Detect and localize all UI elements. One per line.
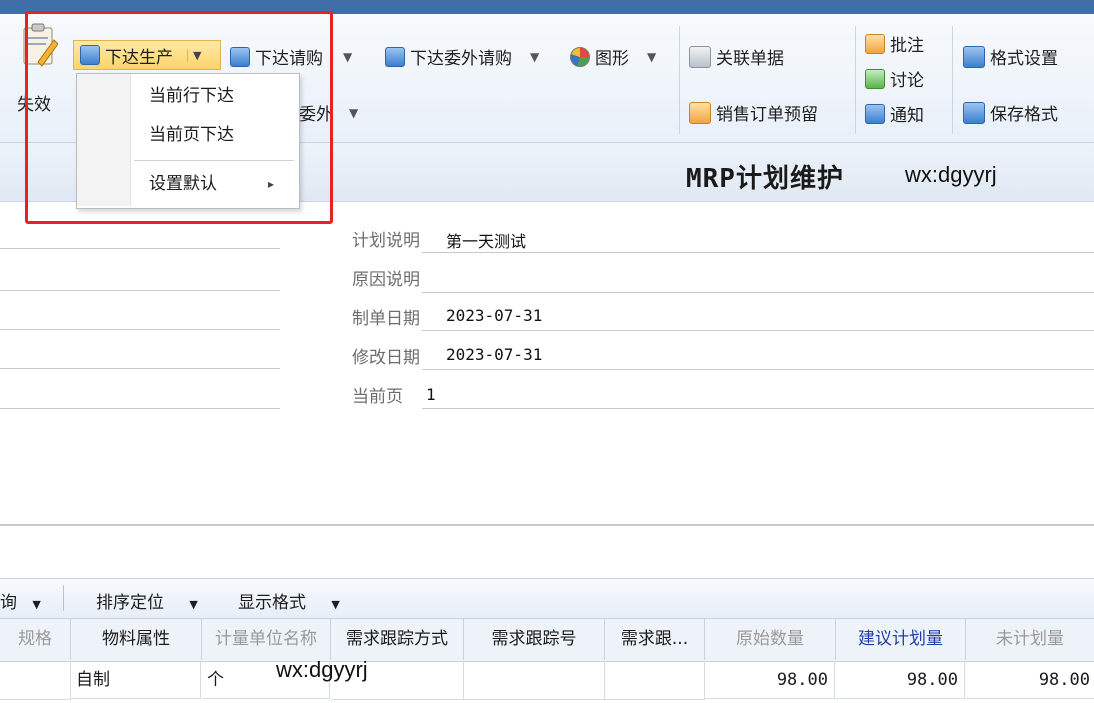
- sort-locate-label: 排序定位: [96, 593, 164, 613]
- field-underline: [422, 292, 1094, 293]
- column-header-orig-qty[interactable]: 原始数量: [705, 618, 836, 660]
- left-field-line: [0, 368, 280, 369]
- column-header-spec[interactable]: 规格: [0, 618, 71, 660]
- field-underline: [422, 369, 1094, 370]
- current-page-label: 当前页: [352, 387, 403, 407]
- discussion-icon: [865, 68, 885, 89]
- reason-desc-label: 原因说明: [352, 270, 420, 290]
- xiada-weiwai-qinggou-icon: [385, 46, 405, 67]
- xiada-weiwai-qinggou-label: 下达委外请购: [410, 49, 512, 69]
- grid-toolbar-separator: [63, 585, 64, 611]
- left-field-line: [0, 329, 280, 330]
- tongzhi-button[interactable]: 通知: [865, 101, 924, 126]
- column-header-track-more[interactable]: 需求跟...: [605, 618, 705, 660]
- baocun-geshi-label: 保存格式: [990, 105, 1058, 125]
- field-underline: [422, 408, 1094, 409]
- pizhu-button[interactable]: 批注: [865, 31, 924, 56]
- geshi-shezhi-label: 格式设置: [990, 49, 1058, 69]
- table-cell-spec[interactable]: [0, 661, 71, 700]
- field-underline: [422, 330, 1094, 331]
- xiada-qinggou-dropdown-arrow-icon[interactable]: ▼: [343, 50, 352, 64]
- column-header-material-attr[interactable]: 物料属性: [71, 618, 202, 660]
- watermark-text: wx:dgyyrj: [905, 162, 997, 187]
- column-header-track-no[interactable]: 需求跟踪号: [464, 618, 605, 660]
- table-cell-suggest-qty[interactable]: 98.00: [836, 661, 965, 699]
- page-title: MRP计划维护: [686, 164, 844, 194]
- annotate-icon: [865, 33, 885, 54]
- table-cell-orig-qty[interactable]: 98.00: [705, 661, 835, 699]
- highlight-annotation-box: [25, 11, 333, 224]
- sales-order-reserve-icon: [689, 101, 711, 124]
- watermark-text: wx:dgyyrj: [276, 657, 368, 682]
- xiaoshou-dingdan-yuliu-label: 销售订单预留: [716, 105, 818, 125]
- save-format-icon: [963, 101, 985, 124]
- modify-date-field[interactable]: 2023-07-31: [446, 345, 542, 364]
- column-header-unplanned-qty[interactable]: 未计划量: [966, 618, 1094, 660]
- display-format-dropdown-arrow-icon[interactable]: ▼: [331, 598, 339, 611]
- weiwai-dropdown-arrow-icon[interactable]: ▼: [349, 106, 358, 120]
- format-settings-icon: [963, 45, 985, 68]
- table-cell-track-no[interactable]: [464, 661, 605, 700]
- taolun-button[interactable]: 讨论: [865, 66, 924, 91]
- query-label: 询: [0, 593, 17, 613]
- plan-desc-label: 计划说明: [352, 231, 420, 251]
- notify-megaphone-icon: [865, 103, 885, 124]
- tuxing-button[interactable]: 图形 ▼: [570, 44, 656, 69]
- display-format-button[interactable]: 显示格式 ▼: [238, 588, 340, 613]
- column-header-unit[interactable]: 计量单位名称: [202, 618, 331, 660]
- xiaoshou-dingdan-yuliu-button[interactable]: 销售订单预留: [689, 100, 818, 125]
- section-divider: [0, 524, 1094, 526]
- guanlian-danju-button[interactable]: 关联单据: [689, 44, 784, 69]
- ribbon-separator: [855, 26, 856, 134]
- display-format-label: 显示格式: [238, 593, 306, 613]
- table-cell-material-attr[interactable]: 自制: [71, 661, 201, 699]
- linked-document-icon: [689, 45, 711, 68]
- left-field-line: [0, 408, 280, 409]
- left-field-line: [0, 290, 280, 291]
- tongzhi-label: 通知: [890, 106, 924, 126]
- taolun-label: 讨论: [890, 71, 924, 91]
- create-date-label: 制单日期: [352, 309, 420, 329]
- query-dropdown-arrow-icon[interactable]: ▼: [32, 598, 40, 611]
- field-underline: [422, 252, 1094, 253]
- current-page-field[interactable]: 1: [426, 385, 436, 404]
- ribbon-separator: [952, 26, 953, 134]
- left-field-line: [0, 248, 280, 249]
- plan-desc-field[interactable]: 第一天测试: [446, 228, 526, 252]
- pizhu-label: 批注: [890, 36, 924, 56]
- xiada-weiwai-qinggou-button[interactable]: 下达委外请购 ▼: [385, 44, 539, 69]
- guanlian-danju-label: 关联单据: [716, 49, 784, 69]
- geshi-shezhi-button[interactable]: 格式设置: [963, 44, 1058, 69]
- tuxing-dropdown-arrow-icon[interactable]: ▼: [647, 50, 656, 64]
- column-header-suggest-qty[interactable]: 建议计划量: [836, 618, 966, 660]
- baocun-geshi-button[interactable]: 保存格式: [963, 100, 1058, 125]
- query-button[interactable]: 询 ▼: [0, 588, 41, 613]
- table-cell-unplanned-qty[interactable]: 98.00: [966, 661, 1094, 699]
- sort-locate-dropdown-arrow-icon[interactable]: ▼: [189, 598, 197, 611]
- table-cell-track-more[interactable]: [605, 661, 705, 700]
- xiada-weiwai-qinggou-dropdown-arrow-icon[interactable]: ▼: [530, 50, 539, 64]
- sort-locate-button[interactable]: 排序定位 ▼: [96, 588, 198, 613]
- column-header-track-mode[interactable]: 需求跟踪方式: [331, 618, 464, 660]
- ribbon-separator: [679, 26, 680, 134]
- create-date-field[interactable]: 2023-07-31: [446, 306, 542, 325]
- pie-chart-icon: [570, 46, 590, 67]
- tuxing-label: 图形: [595, 49, 629, 69]
- modify-date-label: 修改日期: [352, 348, 420, 368]
